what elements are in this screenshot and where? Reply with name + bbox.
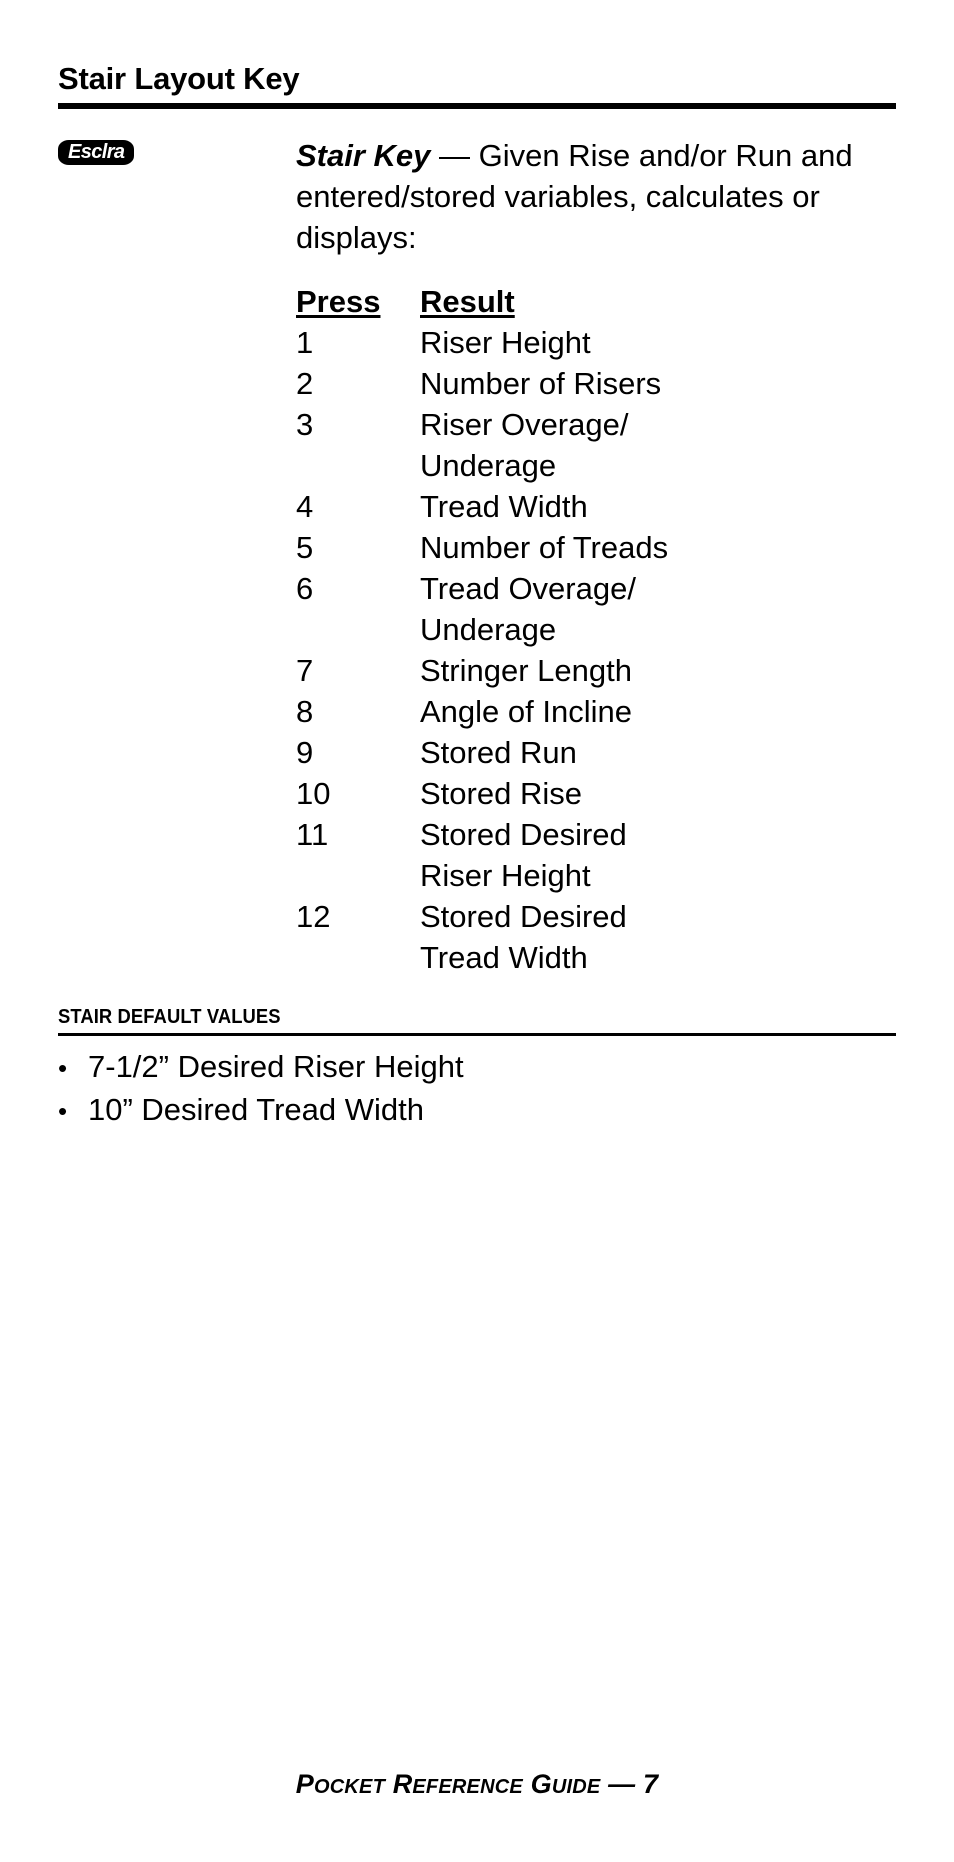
table-row-continuation: Underage <box>296 609 896 650</box>
section-divider <box>58 1033 896 1037</box>
default-values-list: • 7-1/2” Desired Riser Height • 10” Desired… <box>58 1046 896 1132</box>
cell-result-continuation: Underage <box>420 612 557 648</box>
table-row: 2 Number of Risers <box>296 363 896 404</box>
bullet-icon: • <box>58 1096 68 1127</box>
table-header-row: Press Result <box>296 281 896 322</box>
press-result-table: Press Result 1 Riser Height 2 Number of Ris… <box>296 281 896 978</box>
cell-result: Angle of Incline <box>420 694 632 730</box>
cell-result: Tread Overage/ <box>420 571 636 607</box>
page-canvas: Stair Layout Key Esclra Stair Key — Give… <box>0 0 954 1862</box>
list-item: • 7-1/2” Desired Riser Height <box>58 1046 896 1089</box>
cell-result: Stored Rise <box>420 776 582 812</box>
table-row: 1 Riser Height <box>296 322 896 363</box>
cell-result-continuation: Underage <box>420 448 557 484</box>
table-row: 9 Stored Run <box>296 732 896 773</box>
entry-key-name: Stair Key <box>296 138 431 174</box>
table-row: 4 Tread Width <box>296 486 896 527</box>
section-heading: STAIR DEFAULT VALUES <box>58 1006 281 1029</box>
cell-press: 1 <box>296 325 314 361</box>
cell-result: Stringer Length <box>420 653 632 689</box>
entry-body: Stair Key — Given Rise and/or Run and en… <box>296 135 896 978</box>
list-item: • 10” Desired Tread Width <box>58 1089 896 1132</box>
table-row: 6 Tread Overage/ <box>296 568 896 609</box>
table-row: 5 Number of Treads <box>296 527 896 568</box>
cell-result: Stored Desired <box>420 817 627 853</box>
cell-result: Tread Width <box>420 489 588 525</box>
table-row: 3 Riser Overage/ <box>296 404 896 445</box>
cell-press: 8 <box>296 694 314 730</box>
cell-press: 11 <box>296 817 329 853</box>
column-header-result: Result <box>420 284 515 320</box>
list-item-label: 10” Desired Tread Width <box>88 1092 424 1128</box>
list-item-label: 7-1/2” Desired Riser Height <box>88 1049 464 1085</box>
cell-press: 12 <box>296 899 331 935</box>
table-row-continuation: Riser Height <box>296 855 896 896</box>
cell-result: Stored Run <box>420 735 577 771</box>
cell-result-continuation: Tread Width <box>420 940 588 976</box>
cell-result: Riser Overage/ <box>420 407 629 443</box>
table-row-continuation: Tread Width <box>296 937 896 978</box>
table-row: 12 Stored Desired <box>296 896 896 937</box>
stair-key-badge-icon: Esclra <box>58 140 135 166</box>
page-title: Stair Layout Key <box>58 61 300 96</box>
footer-page-number: 7 <box>643 1769 659 1799</box>
cell-press: 9 <box>296 735 314 771</box>
entry-description: Stair Key — Given Rise and/or Run and en… <box>296 135 896 258</box>
cell-result-continuation: Riser Height <box>420 858 591 894</box>
cell-press: 2 <box>296 366 314 402</box>
page-footer: POCKET REFERENCE GUIDE — 7 <box>0 1769 954 1800</box>
column-header-press: Press <box>296 284 381 320</box>
table-row: 10 Stored Rise <box>296 773 896 814</box>
key-badge-column: Esclra <box>58 135 296 166</box>
stair-default-values-section: STAIR DEFAULT VALUES • 7-1/2” Desired Ris… <box>58 1006 896 1132</box>
table-row: 11 Stored Desired <box>296 814 896 855</box>
cell-press: 6 <box>296 571 314 607</box>
cell-press: 10 <box>296 776 331 812</box>
table-row: 8 Angle of Incline <box>296 691 896 732</box>
table-row: 7 Stringer Length <box>296 650 896 691</box>
table-row-continuation: Underage <box>296 445 896 486</box>
cell-press: 3 <box>296 407 314 443</box>
cell-result: Stored Desired <box>420 899 627 935</box>
bullet-icon: • <box>58 1053 68 1084</box>
table-body: 1 Riser Height 2 Number of Risers 3 Riser Ove… <box>296 322 896 978</box>
cell-press: 5 <box>296 530 314 566</box>
cell-press: 7 <box>296 653 314 689</box>
cell-result: Number of Treads <box>420 530 669 566</box>
cell-result: Number of Risers <box>420 366 662 402</box>
cell-result: Riser Height <box>420 325 591 361</box>
stair-key-entry: Esclra Stair Key — Given Rise and/or Run… <box>58 135 896 978</box>
footer-text: POCKET REFERENCE GUIDE — 7 <box>295 1769 659 1799</box>
cell-press: 4 <box>296 489 314 525</box>
title-divider <box>58 103 896 110</box>
